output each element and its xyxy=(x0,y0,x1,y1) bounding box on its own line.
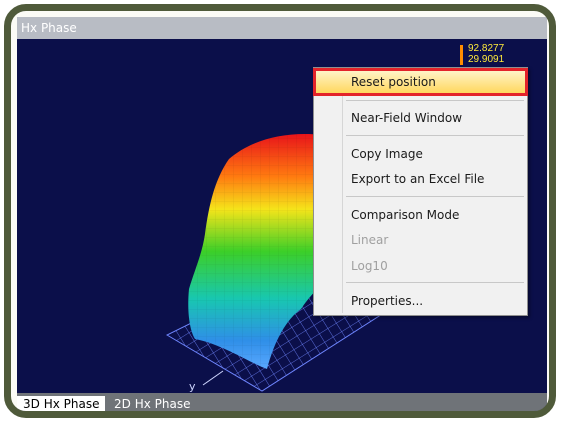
tab-3d-hx-phase[interactable]: 3D Hx Phase xyxy=(17,396,106,411)
menu-item-linear: Linear xyxy=(351,233,389,247)
menu-item-reset-position[interactable]: Reset position xyxy=(351,72,436,92)
menu-item-near-field-window[interactable]: Near-Field Window xyxy=(351,108,462,128)
colorbar-max-value: 92.8277 xyxy=(468,43,505,54)
menu-item-export-excel[interactable]: Export to an Excel File xyxy=(351,169,484,189)
menu-item-properties[interactable]: Properties... xyxy=(351,291,423,311)
screenshot-frame: Hx Phase y 92.8277 29.9091 3D Hx Phase 2… xyxy=(4,4,556,418)
menu-item-comparison-mode[interactable]: Comparison Mode xyxy=(351,205,459,225)
colorbar xyxy=(460,45,463,65)
plot-tabs: 3D Hx Phase 2D Hx Phase xyxy=(17,393,547,411)
menu-item-copy-image[interactable]: Copy Image xyxy=(351,144,423,164)
menu-separator xyxy=(346,196,524,197)
context-menu: Reset position Near-Field Window Copy Im… xyxy=(313,67,528,316)
y-axis-line xyxy=(202,370,224,386)
menu-icon-gutter xyxy=(342,70,343,313)
tab-2d-hx-phase[interactable]: 2D Hx Phase xyxy=(108,396,196,411)
colorbar-second-value: 29.9091 xyxy=(468,54,505,65)
menu-separator xyxy=(346,282,524,283)
window-title: Hx Phase xyxy=(17,17,547,39)
menu-separator xyxy=(346,135,524,136)
menu-item-log10: Log10 xyxy=(351,259,388,273)
y-axis-label: y xyxy=(189,380,196,393)
menu-separator xyxy=(346,100,524,101)
